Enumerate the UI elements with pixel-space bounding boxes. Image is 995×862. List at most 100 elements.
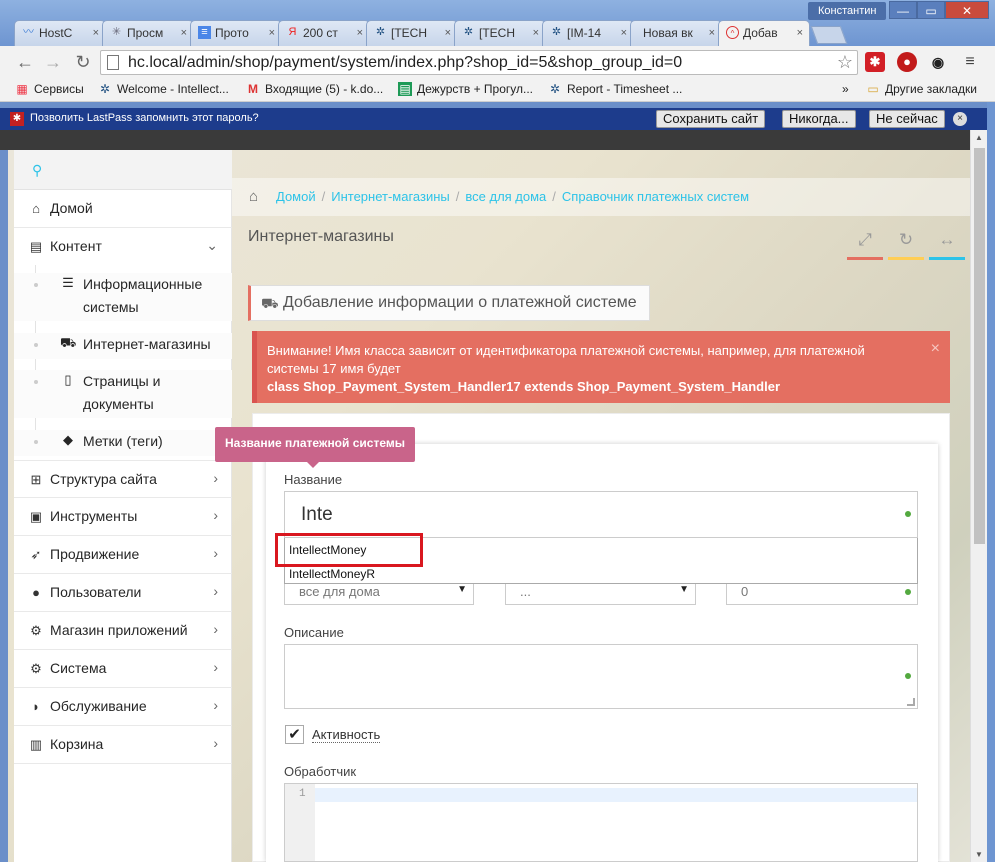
tree-dot xyxy=(34,440,38,444)
camera-icon[interactable]: ◉ xyxy=(928,52,948,72)
browser-tab[interactable]: 〰 HostC × xyxy=(14,20,106,46)
warning-alert: Внимание! Имя класса зависит от идентифи… xyxy=(252,331,950,403)
bookmark-apps[interactable]: ▦ Сервисы xyxy=(15,82,83,96)
tab-strip: 〰 HostC × ✳ Просм × ≡ Прото × Я 200 ст × ✲ [TECH ×… xyxy=(14,20,848,46)
handler-label: Обработчик xyxy=(284,764,357,779)
new-tab-button[interactable] xyxy=(810,26,848,44)
tab-close-icon[interactable]: × xyxy=(181,21,187,45)
sidebar-item-promotion[interactable]: ➶ Продвижение › xyxy=(14,536,232,574)
sidebar-subitem-tags[interactable]: ◆ Метки (теги) xyxy=(14,430,232,456)
tab-close-icon[interactable]: × xyxy=(797,21,803,45)
tab-close-icon[interactable]: × xyxy=(93,21,99,45)
browser-tab[interactable]: ✲ [TECH × xyxy=(366,20,458,46)
sidebar-item-label: Магазин приложений xyxy=(50,622,188,638)
tab-close-icon[interactable]: × xyxy=(445,21,451,45)
bookmark-item[interactable]: ▤ Дежурств + Прогул... xyxy=(398,82,533,96)
scroll-down-icon[interactable]: ▼ xyxy=(975,850,983,859)
sidebar-item-system[interactable]: ⚙ Система › xyxy=(14,650,232,688)
sidebar-subitem-shops[interactable]: ⛟ Интернет-магазины xyxy=(14,333,232,359)
chevron-right-icon: › xyxy=(213,659,218,675)
page-scrollbar[interactable]: ▲ ▼ xyxy=(970,130,987,862)
sidebar: ⚲ ⌂ Домой ▤ Контент ⌄ ☰ Информационные систе… xyxy=(14,150,232,862)
save-site-button[interactable]: Сохранить сайт xyxy=(656,110,766,128)
back-icon[interactable]: ← xyxy=(14,51,36,73)
browser-tab-active[interactable]: ^ Добав × xyxy=(718,20,810,46)
lastpass-icon[interactable]: ✱ xyxy=(865,52,885,72)
menu-icon[interactable]: ≡ xyxy=(960,52,980,72)
home-icon[interactable]: ⌂ xyxy=(249,188,258,205)
fullscreen-icon[interactable]: ⤢ xyxy=(847,230,883,260)
sidebar-subitem-pages[interactable]: ▯ Страницы и документы xyxy=(14,370,232,418)
active-checkbox[interactable]: ✔ xyxy=(285,725,304,744)
sidebar-item-marketplace[interactable]: ⚙ Магазин приложений › xyxy=(14,612,232,650)
lastpass-message: Позволить LastPass запомнить этот пароль… xyxy=(30,112,259,124)
rocket-icon: ➶ xyxy=(30,547,42,562)
sidebar-item-trash[interactable]: ▥ Корзина › xyxy=(14,726,232,764)
maximize-button[interactable]: ▭ xyxy=(917,1,945,19)
name-input[interactable]: Inte xyxy=(284,491,918,538)
sidebar-item-structure[interactable]: ⊞ Структура сайта › xyxy=(14,460,232,498)
url-text[interactable]: hc.local/admin/shop/payment/system/index… xyxy=(128,54,682,72)
tab-close-icon[interactable]: × xyxy=(533,21,539,45)
expand-width-icon[interactable]: ↔ xyxy=(929,230,965,260)
breadcrumb-shops[interactable]: Интернет-магазины xyxy=(331,189,450,204)
browser-tab[interactable]: ✳ Просм × xyxy=(102,20,194,46)
scrollbar-thumb[interactable] xyxy=(974,148,985,544)
browser-tab[interactable]: Новая вк × xyxy=(630,20,722,46)
minimize-button[interactable]: — xyxy=(889,1,917,19)
browser-tab[interactable]: ✲ [IM-14 × xyxy=(542,20,634,46)
tab-close-icon[interactable]: × xyxy=(709,21,715,45)
autocomplete-option[interactable]: IntellectMoneyR xyxy=(289,567,375,581)
active-label[interactable]: Активность xyxy=(312,727,381,743)
tab-close-icon[interactable]: × xyxy=(269,21,275,45)
sidebar-item-home[interactable]: ⌂ Домой xyxy=(14,190,232,228)
tab-close-icon[interactable]: × xyxy=(357,21,363,45)
sidebar-search[interactable]: ⚲ xyxy=(14,150,232,190)
tree-dot xyxy=(34,343,38,347)
refresh-icon[interactable]: ↻ xyxy=(888,230,924,260)
forward-icon[interactable]: → xyxy=(42,51,64,73)
resize-handle[interactable] xyxy=(907,698,915,706)
browser-toolbar: ← → ↻ hc.local/admin/shop/payment/system… xyxy=(0,46,995,78)
star-icon[interactable]: ☆ xyxy=(837,52,853,73)
scroll-up-icon[interactable]: ▲ xyxy=(975,133,983,142)
not-now-button[interactable]: Не сейчас xyxy=(869,110,945,128)
adblock-icon[interactable]: ● xyxy=(897,52,917,72)
browser-tab[interactable]: Я 200 ст × xyxy=(278,20,370,46)
tool-accent-bar xyxy=(847,257,883,260)
bookmark-item[interactable]: ✲ Welcome - Intellect... xyxy=(98,82,229,96)
other-bookmarks[interactable]: ▭ Другие закладки xyxy=(866,82,977,96)
sidebar-item-tools[interactable]: ▣ Инструменты › xyxy=(14,498,232,536)
address-bar[interactable]: hc.local/admin/shop/payment/system/index… xyxy=(100,50,858,75)
sidebar-subitem-infosystems[interactable]: ☰ Информационные системы xyxy=(14,273,232,321)
description-textarea[interactable] xyxy=(284,644,918,709)
profile-name[interactable]: Константин xyxy=(808,2,887,20)
bookmark-item[interactable]: ✲ Report - Timesheet ... xyxy=(548,82,682,96)
sidebar-item-maintenance[interactable]: ◗ Обслуживание › xyxy=(14,688,232,726)
tab-close-icon[interactable]: × xyxy=(621,21,627,45)
tab-label: [IM-14 xyxy=(567,26,602,40)
breadcrumb-separator: / xyxy=(552,189,556,204)
browser-tab[interactable]: ✲ [TECH × xyxy=(454,20,546,46)
bookmarks-overflow-button[interactable]: » xyxy=(842,82,849,96)
doc-icon: ≡ xyxy=(198,26,211,39)
never-button[interactable]: Никогда... xyxy=(782,110,856,128)
close-icon[interactable]: × xyxy=(931,340,940,358)
search-icon[interactable]: ⚲ xyxy=(32,162,42,179)
close-window-button[interactable]: ✕ xyxy=(945,1,989,19)
tool-accent-bar xyxy=(888,257,924,260)
chevron-right-icon: › xyxy=(213,470,218,486)
sidebar-item-content[interactable]: ▤ Контент ⌄ xyxy=(14,228,232,266)
page-title: Интернет-магазины xyxy=(248,228,394,245)
breadcrumb-payment-systems[interactable]: Справочник платежных систем xyxy=(562,189,749,204)
yandex-icon: Я xyxy=(288,26,297,38)
breadcrumb-home[interactable]: Домой xyxy=(276,189,316,204)
bookmark-item[interactable]: M Входящие (5) - k.do... xyxy=(246,82,383,96)
handler-code-editor[interactable]: 1 xyxy=(284,783,918,862)
window-frame xyxy=(987,102,995,862)
sidebar-item-users[interactable]: ● Пользователи › xyxy=(14,574,232,612)
close-icon[interactable]: × xyxy=(953,112,967,126)
reload-icon[interactable]: ↻ xyxy=(72,51,94,73)
breadcrumb-shop[interactable]: все для дома xyxy=(465,189,546,204)
browser-tab[interactable]: ≡ Прото × xyxy=(190,20,282,46)
